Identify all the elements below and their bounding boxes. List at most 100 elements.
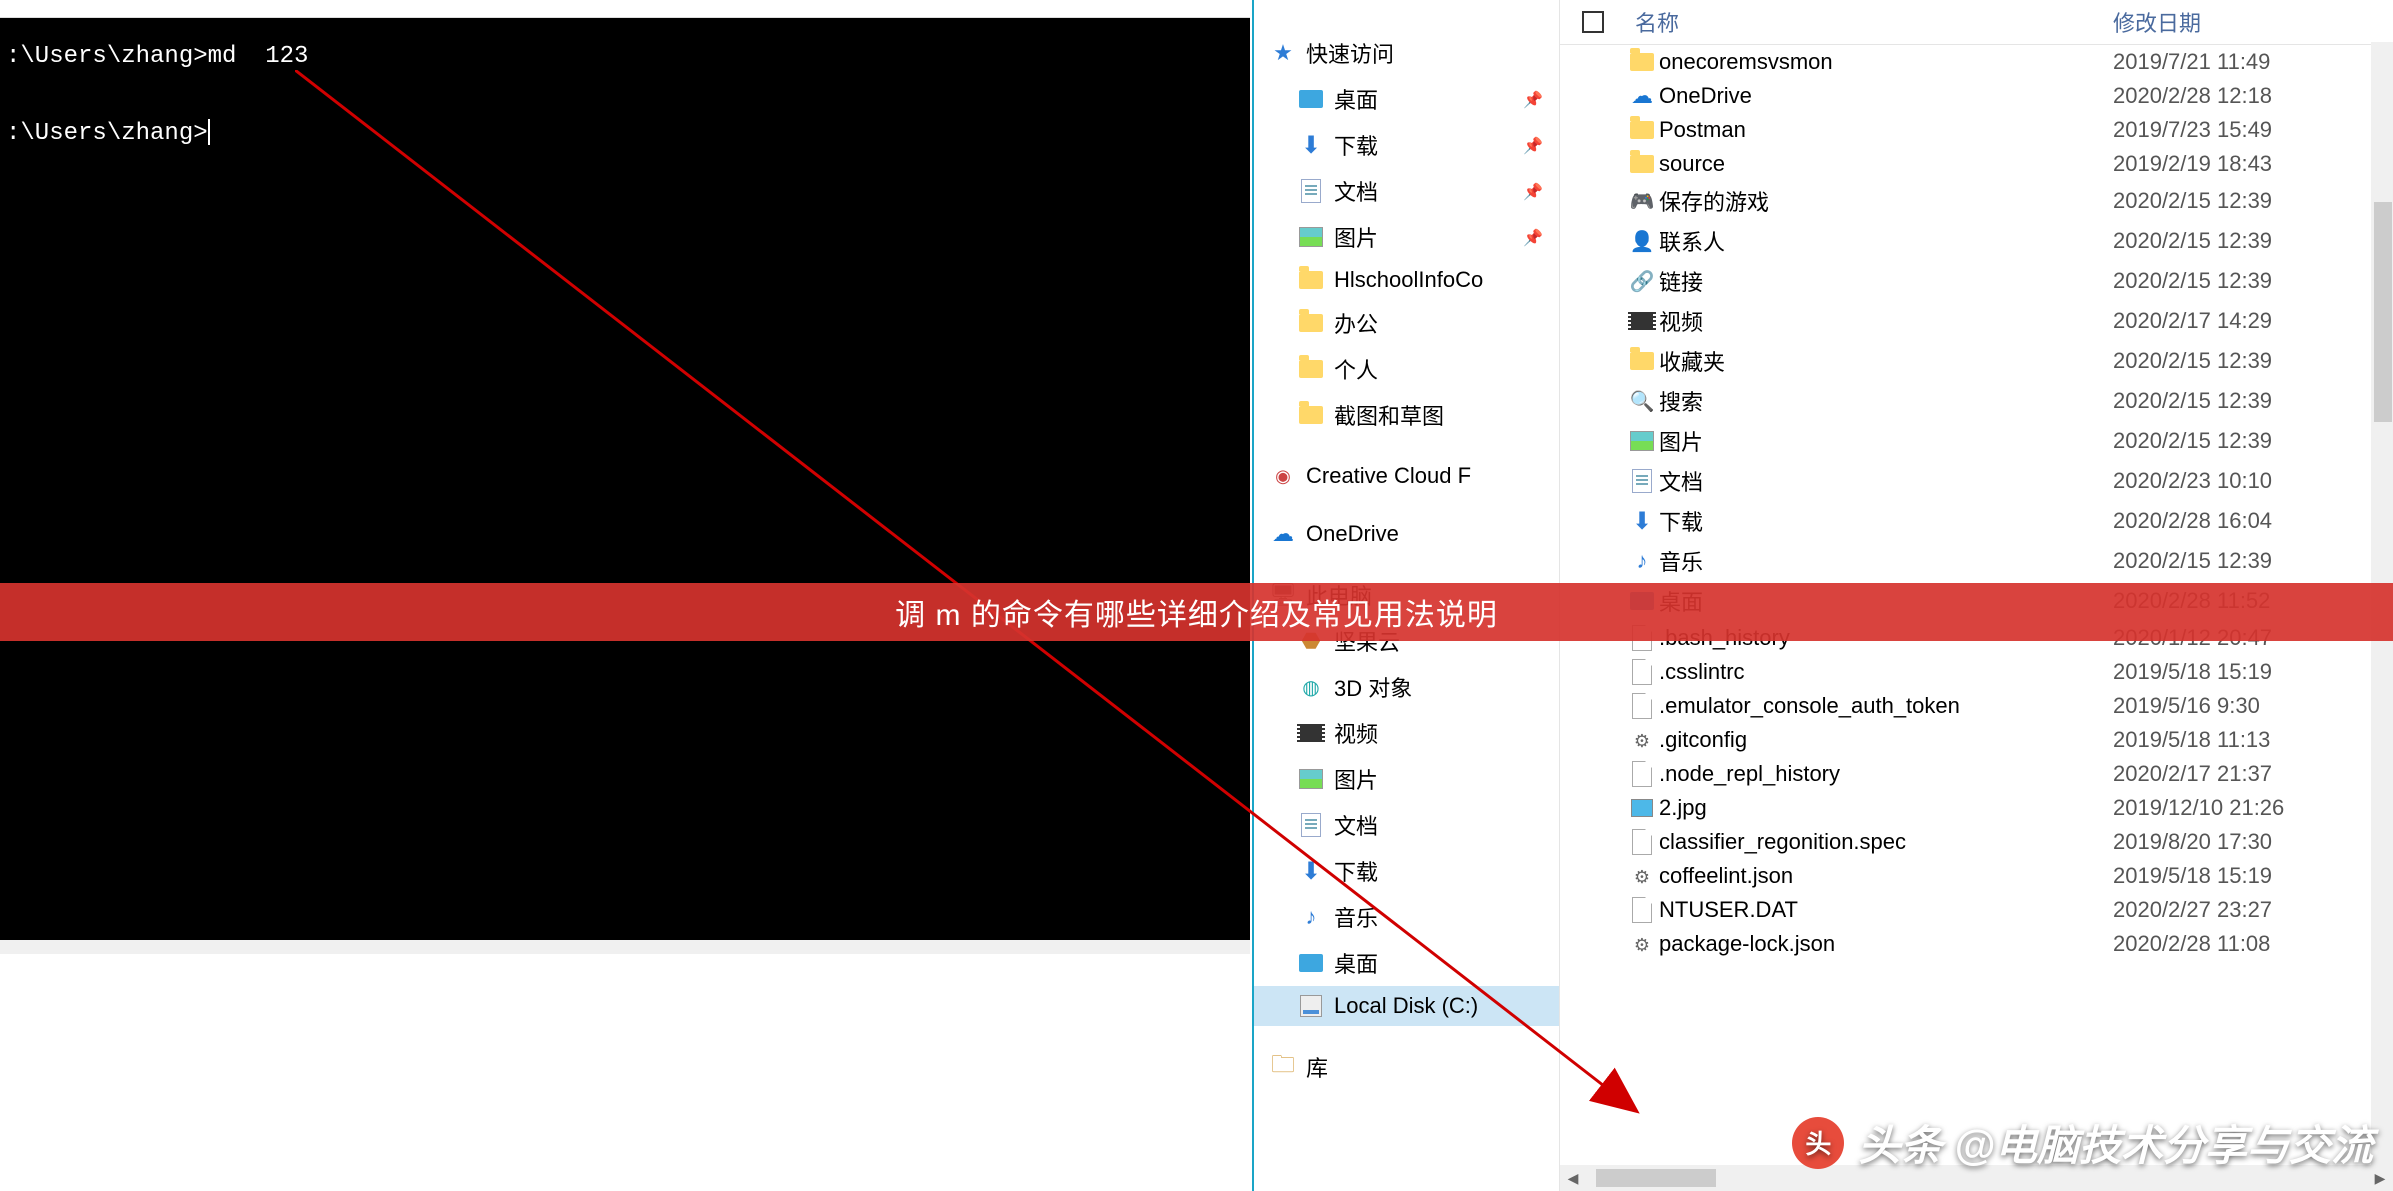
file-row[interactable]: onecoremsvsmon2019/7/21 11:49 xyxy=(1560,45,2393,79)
folder-icon xyxy=(1298,267,1324,293)
file-date: 2020/2/28 12:18 xyxy=(2113,83,2393,109)
file-date: 2019/5/18 15:19 xyxy=(2113,659,2393,685)
nav-item-label: 桌面 xyxy=(1334,947,1559,979)
nav-item-17[interactable]: ⬇下载 xyxy=(1254,848,1559,894)
monitor-icon xyxy=(1298,86,1324,112)
nav-item-label: 下载 xyxy=(1334,855,1559,887)
header-name[interactable]: 名称 xyxy=(1625,6,2113,38)
file-row[interactable]: ⚙package-lock.json2020/2/28 11:08 xyxy=(1560,927,2393,961)
nav-item-4[interactable]: 图片📌 xyxy=(1254,214,1559,260)
file-date: 2020/2/23 10:10 xyxy=(2113,468,2393,494)
file-row[interactable]: 收藏夹2020/2/15 12:39 xyxy=(1560,341,2393,381)
nav-item-label: 图片 xyxy=(1334,763,1559,795)
nav-item-label: 音乐 xyxy=(1334,901,1559,933)
file-row[interactable]: ⬇下载2020/2/28 16:04 xyxy=(1560,501,2393,541)
doc-icon xyxy=(1298,812,1324,838)
file-name: source xyxy=(1659,151,2113,177)
file-row[interactable]: Postman2019/7/23 15:49 xyxy=(1560,113,2393,147)
file-row[interactable]: .csslintrc2019/5/18 15:19 xyxy=(1560,655,2393,689)
nav-item-1[interactable]: 桌面📌 xyxy=(1254,76,1559,122)
folder-icon xyxy=(1298,310,1324,336)
file-row[interactable]: 图片2020/2/15 12:39 xyxy=(1560,421,2393,461)
json-icon: ⚙ xyxy=(1634,863,1650,889)
file-name: OneDrive xyxy=(1659,83,2113,109)
file-row[interactable]: .node_repl_history2020/2/17 21:37 xyxy=(1560,757,2393,791)
nav-item-6[interactable]: 办公 xyxy=(1254,300,1559,346)
file-row[interactable]: 🔗链接2020/2/15 12:39 xyxy=(1560,261,2393,301)
file-row[interactable]: 🎮保存的游戏2020/2/15 12:39 xyxy=(1560,181,2393,221)
nav-item-18[interactable]: ♪音乐 xyxy=(1254,894,1559,940)
nav-item-3[interactable]: 文档📌 xyxy=(1254,168,1559,214)
watermark-logo-icon: 头 xyxy=(1792,1117,1844,1169)
folder-icon xyxy=(1630,53,1654,71)
nav-item-10[interactable]: ☁OneDrive xyxy=(1254,514,1559,554)
file-row[interactable]: 视频2020/2/17 14:29 xyxy=(1560,301,2393,341)
file-row[interactable]: 👤联系人2020/2/15 12:39 xyxy=(1560,221,2393,261)
vscroll-thumb[interactable] xyxy=(2374,202,2392,422)
down-icon: ⬇ xyxy=(1298,132,1324,158)
file-name: 保存的游戏 xyxy=(1659,185,2113,217)
nav-item-15[interactable]: 图片 xyxy=(1254,756,1559,802)
file-date: 2020/2/15 12:39 xyxy=(2113,428,2393,454)
caption-text: 调 m 的命令有哪些详细介绍及常见用法说明 xyxy=(895,590,1498,634)
nav-item-label: 下载 xyxy=(1334,129,1523,161)
header-checkbox[interactable] xyxy=(1560,6,1625,38)
cmd-line-2: :\Users\zhang> xyxy=(6,120,208,147)
nav-item-20[interactable]: Local Disk (C:) xyxy=(1254,986,1559,1026)
scroll-left-icon[interactable]: ◀ xyxy=(1560,1165,1586,1191)
nav-item-label: 文档 xyxy=(1334,809,1559,841)
nav-item-label: 个人 xyxy=(1334,353,1559,385)
nav-item-21[interactable]: 🗀库 xyxy=(1254,1044,1559,1090)
nav-item-19[interactable]: 桌面 xyxy=(1254,940,1559,986)
file-row[interactable]: ♪音乐2020/2/15 12:39 xyxy=(1560,541,2393,581)
file-name: .gitconfig xyxy=(1659,727,2113,753)
cmd-bottom-border xyxy=(0,940,1250,954)
file-row[interactable]: 🔍搜索2020/2/15 12:39 xyxy=(1560,381,2393,421)
file-row[interactable]: 文档2020/2/23 10:10 xyxy=(1560,461,2393,501)
file-date: 2019/5/18 15:19 xyxy=(2113,863,2393,889)
nav-item-13[interactable]: ◍3D 对象 xyxy=(1254,664,1559,710)
nav-item-label: 库 xyxy=(1306,1051,1559,1083)
cmd-cursor xyxy=(208,119,210,145)
file-name: coffeelint.json xyxy=(1659,863,2113,889)
file-row[interactable]: 2.jpg2019/12/10 21:26 xyxy=(1560,791,2393,825)
cmd-terminal[interactable]: :\Users\zhang>md 123 :\Users\zhang> xyxy=(0,18,1250,173)
nav-item-9[interactable]: ◉Creative Cloud F xyxy=(1254,456,1559,496)
nav-item-label: 快速访问 xyxy=(1306,37,1559,69)
lib-icon: 🗀 xyxy=(1270,1054,1296,1080)
file-row[interactable]: ⚙.gitconfig2019/5/18 11:13 xyxy=(1560,723,2393,757)
file-row[interactable]: NTUSER.DAT2020/2/27 23:27 xyxy=(1560,893,2393,927)
nav-item-14[interactable]: 视频 xyxy=(1254,710,1559,756)
down-icon: ⬇ xyxy=(1632,507,1652,536)
nav-item-label: 图片 xyxy=(1334,221,1523,253)
nav-item-7[interactable]: 个人 xyxy=(1254,346,1559,392)
file-date: 2019/7/21 11:49 xyxy=(2113,49,2393,75)
folder-icon xyxy=(1298,402,1324,428)
file-row[interactable]: .emulator_console_auth_token2019/5/16 9:… xyxy=(1560,689,2393,723)
file-row[interactable]: source2019/2/19 18:43 xyxy=(1560,147,2393,181)
file-row[interactable]: ⚙ coffeelint.json2019/5/18 15:19 xyxy=(1560,859,2393,893)
nav-item-label: OneDrive xyxy=(1306,521,1559,547)
file-name: NTUSER.DAT xyxy=(1659,897,2113,923)
nav-item-2[interactable]: ⬇下载📌 xyxy=(1254,122,1559,168)
file-date: 2020/2/28 11:08 xyxy=(2113,931,2393,957)
pic-icon xyxy=(1630,431,1654,451)
hscroll-thumb[interactable] xyxy=(1596,1169,1716,1187)
file-date: 2020/2/15 12:39 xyxy=(2113,548,2393,574)
nav-item-16[interactable]: 文档 xyxy=(1254,802,1559,848)
file-date: 2020/2/15 12:39 xyxy=(2113,268,2393,294)
watermark: 头 头条 @电脑技术分享与交流 xyxy=(1792,1112,2373,1173)
nav-item-5[interactable]: HlschoolInfoCo xyxy=(1254,260,1559,300)
file-name: 图片 xyxy=(1659,425,2113,457)
pic-icon xyxy=(1298,224,1324,250)
nav-item-8[interactable]: 截图和草图 xyxy=(1254,392,1559,438)
header-date[interactable]: 修改日期 xyxy=(2113,6,2393,38)
star-icon: ★ xyxy=(1270,40,1296,66)
file-row[interactable]: ☁OneDrive2020/2/28 12:18 xyxy=(1560,79,2393,113)
pin-icon: 📌 xyxy=(1523,182,1541,200)
nav-item-label: Creative Cloud F xyxy=(1306,463,1559,489)
json-icon: ⚙ xyxy=(1634,727,1650,753)
link-icon: 🔗 xyxy=(1630,268,1655,294)
nav-item-0[interactable]: ★ 快速访问 xyxy=(1254,30,1559,76)
file-row[interactable]: classifier_regonition.spec2019/8/20 17:3… xyxy=(1560,825,2393,859)
